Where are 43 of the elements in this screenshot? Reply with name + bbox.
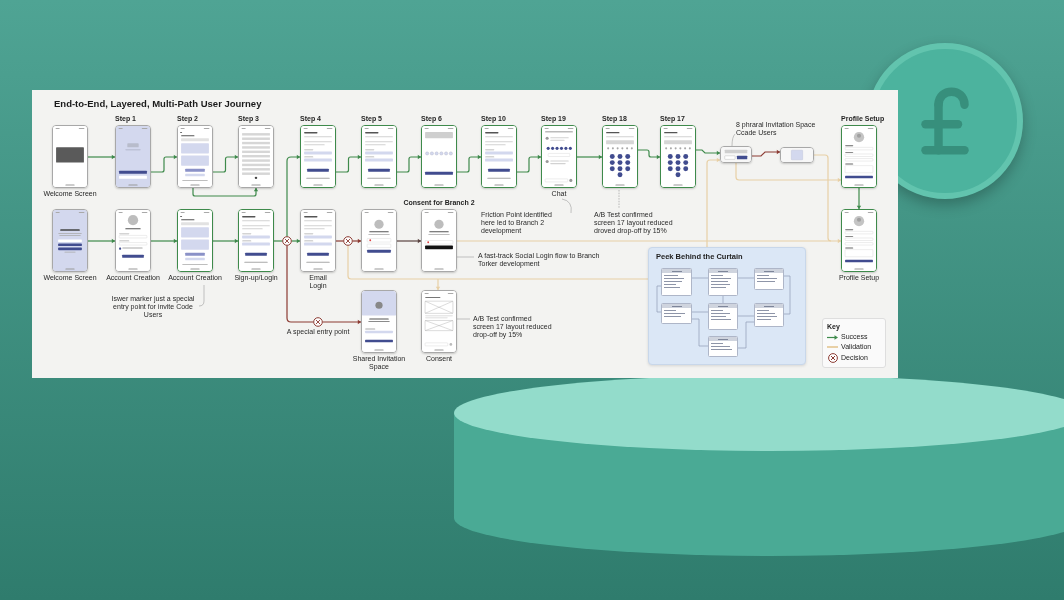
relation-line [737, 321, 755, 349]
decision-flow-arrow [751, 149, 781, 157]
relation-line [783, 275, 791, 315]
database-table-drawing [754, 303, 784, 327]
decision-marker-icon [313, 317, 323, 327]
decision-flow-arrow [321, 319, 362, 325]
database-table-drawing [708, 336, 738, 357]
database-table-drawing [661, 303, 692, 324]
annotation-leader-line [561, 198, 572, 214]
annotation-leader-line [731, 133, 736, 147]
success-flow-arrow [516, 154, 542, 173]
success-flow-line [273, 240, 284, 242]
decision-marker-icon [827, 353, 838, 363]
success-flow-arrow [856, 187, 862, 210]
database-table-drawing [708, 268, 738, 296]
decision-marker-icon [343, 236, 353, 246]
success-flow-arrow [456, 154, 482, 173]
success-flow-arrow [150, 238, 178, 244]
decision-flow-arrow [351, 238, 362, 244]
success-flow-arrow [396, 154, 422, 173]
validation-flow-arrow [435, 278, 441, 291]
success-flow-arrow [212, 154, 239, 173]
relation-line [656, 285, 662, 313]
relation-line [691, 318, 709, 347]
decision-flow-line [335, 240, 345, 242]
database-table-drawing [754, 268, 784, 290]
success-flow-arrow [212, 238, 239, 244]
success-flow-arrow [87, 154, 116, 160]
success-flow-arrow [192, 187, 259, 197]
success-flow-arrow [695, 149, 721, 156]
success-flow-arrow [335, 154, 362, 173]
success-flow-arrow [87, 238, 116, 244]
decision-marker-icon [282, 236, 292, 246]
decision-flow-arrow [396, 238, 422, 244]
success-flow-arrow [576, 154, 603, 160]
diagram-title: End-to-End, Layered, Multi-Path User Journey [54, 98, 262, 110]
annotation-leader-line [198, 284, 205, 307]
database-table-drawing [708, 303, 738, 330]
arrow-icon [827, 334, 838, 340]
success-flow-arrow [637, 149, 661, 160]
success-flow-arrow [150, 154, 178, 173]
line-icon [827, 346, 838, 348]
database-table-drawing [661, 268, 692, 296]
